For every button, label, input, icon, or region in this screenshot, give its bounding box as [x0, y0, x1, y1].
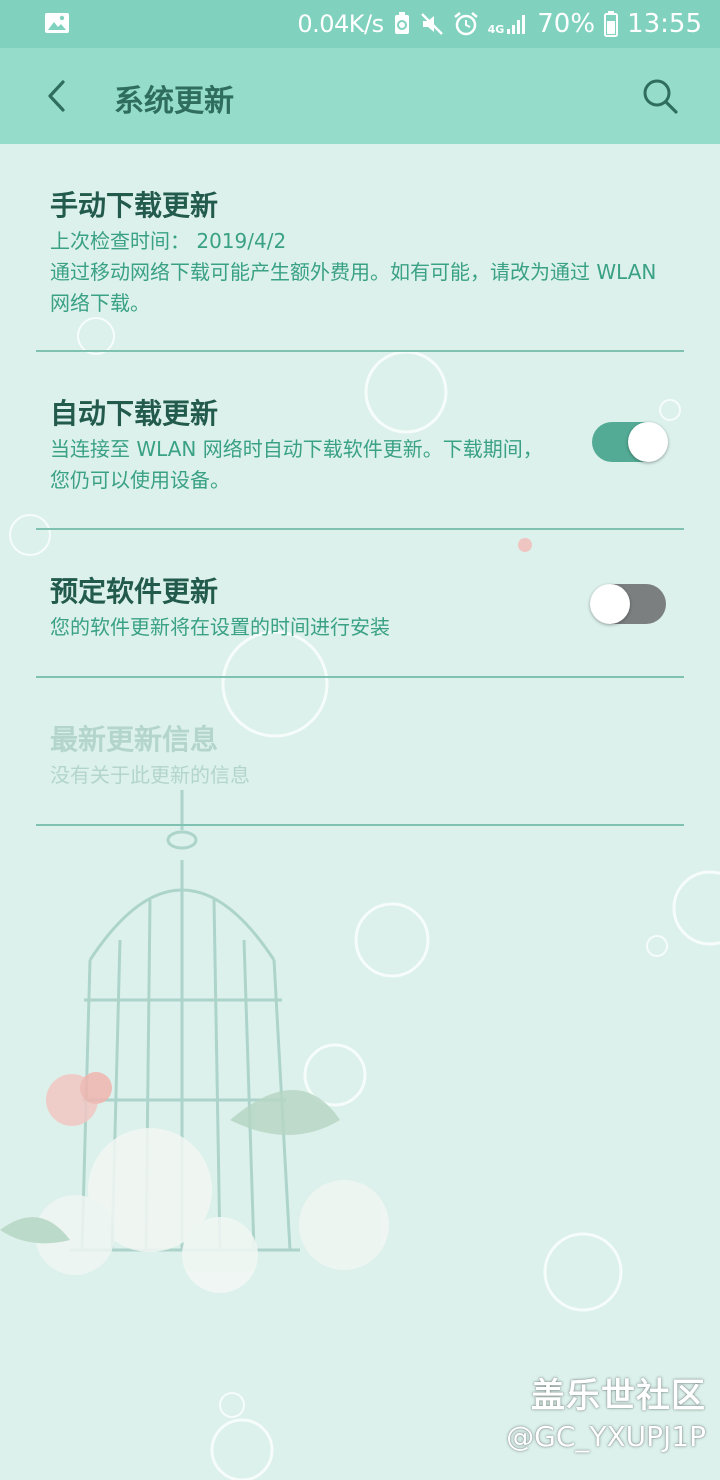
scheduled-update-subtitle: 您的软件更新将在设置的时间进行安装 [50, 615, 390, 639]
manual-download-item[interactable]: 手动下载更新 上次检查时间： 2019/4/2 通过移动网络下载可能产生额外费用… [36, 144, 684, 352]
latest-update-info-item: 最新更新信息 没有关于此更新的信息 [36, 678, 684, 826]
community-watermark: 盖乐世社区 [531, 1376, 706, 1416]
scheduled-update-item[interactable]: 预定软件更新 您的软件更新将在设置的时间进行安装 [36, 530, 684, 678]
alarm-icon [453, 12, 478, 36]
user-watermark: @GC_YXUPJ1P [506, 1420, 706, 1453]
network-speed: 0.04K/s [297, 10, 384, 38]
signal-icon [507, 15, 526, 34]
auto-download-subtitle: 当连接至 WLAN 网络时自动下载软件更新。下载期间，您仍可以使用设备。 [50, 437, 543, 492]
toggle-knob [628, 422, 668, 462]
search-icon [643, 79, 678, 114]
scheduled-update-title: 预定软件更新 [50, 575, 219, 608]
scheduled-update-toggle[interactable] [590, 584, 666, 624]
auto-download-title: 自动下载更新 [50, 397, 219, 430]
battery-icon [604, 11, 619, 37]
network-type: 4G [487, 23, 505, 36]
auto-download-toggle[interactable] [592, 422, 668, 462]
settings-list: 手动下载更新 上次检查时间： 2019/4/2 通过移动网络下载可能产生额外费用… [0, 144, 720, 826]
status-bar: 0.04K/s 4G 70% 13:55 [0, 0, 720, 48]
clock: 13:55 [627, 9, 702, 39]
toggle-knob [590, 584, 630, 624]
auto-download-item[interactable]: 自动下载更新 当连接至 WLAN 网络时自动下载软件更新。下载期间，您仍可以使用… [36, 352, 684, 530]
back-button[interactable] [34, 74, 78, 118]
app-bar: 系统更新 [0, 48, 720, 144]
back-arrow-icon [48, 80, 65, 112]
latest-update-info-subtitle: 没有关于此更新的信息 [50, 763, 250, 787]
battery-percent: 70% [537, 9, 596, 39]
search-button[interactable] [638, 74, 682, 118]
page-title: 系统更新 [114, 84, 234, 119]
manual-download-subtitle: 上次检查时间： 2019/4/2 通过移动网络下载可能产生额外费用。如有可能，请… [50, 229, 657, 315]
battery-saver-icon [394, 12, 409, 34]
latest-update-info-title: 最新更新信息 [50, 723, 219, 756]
mute-icon [420, 13, 443, 35]
manual-download-title: 手动下载更新 [50, 189, 219, 222]
image-icon [45, 13, 69, 33]
